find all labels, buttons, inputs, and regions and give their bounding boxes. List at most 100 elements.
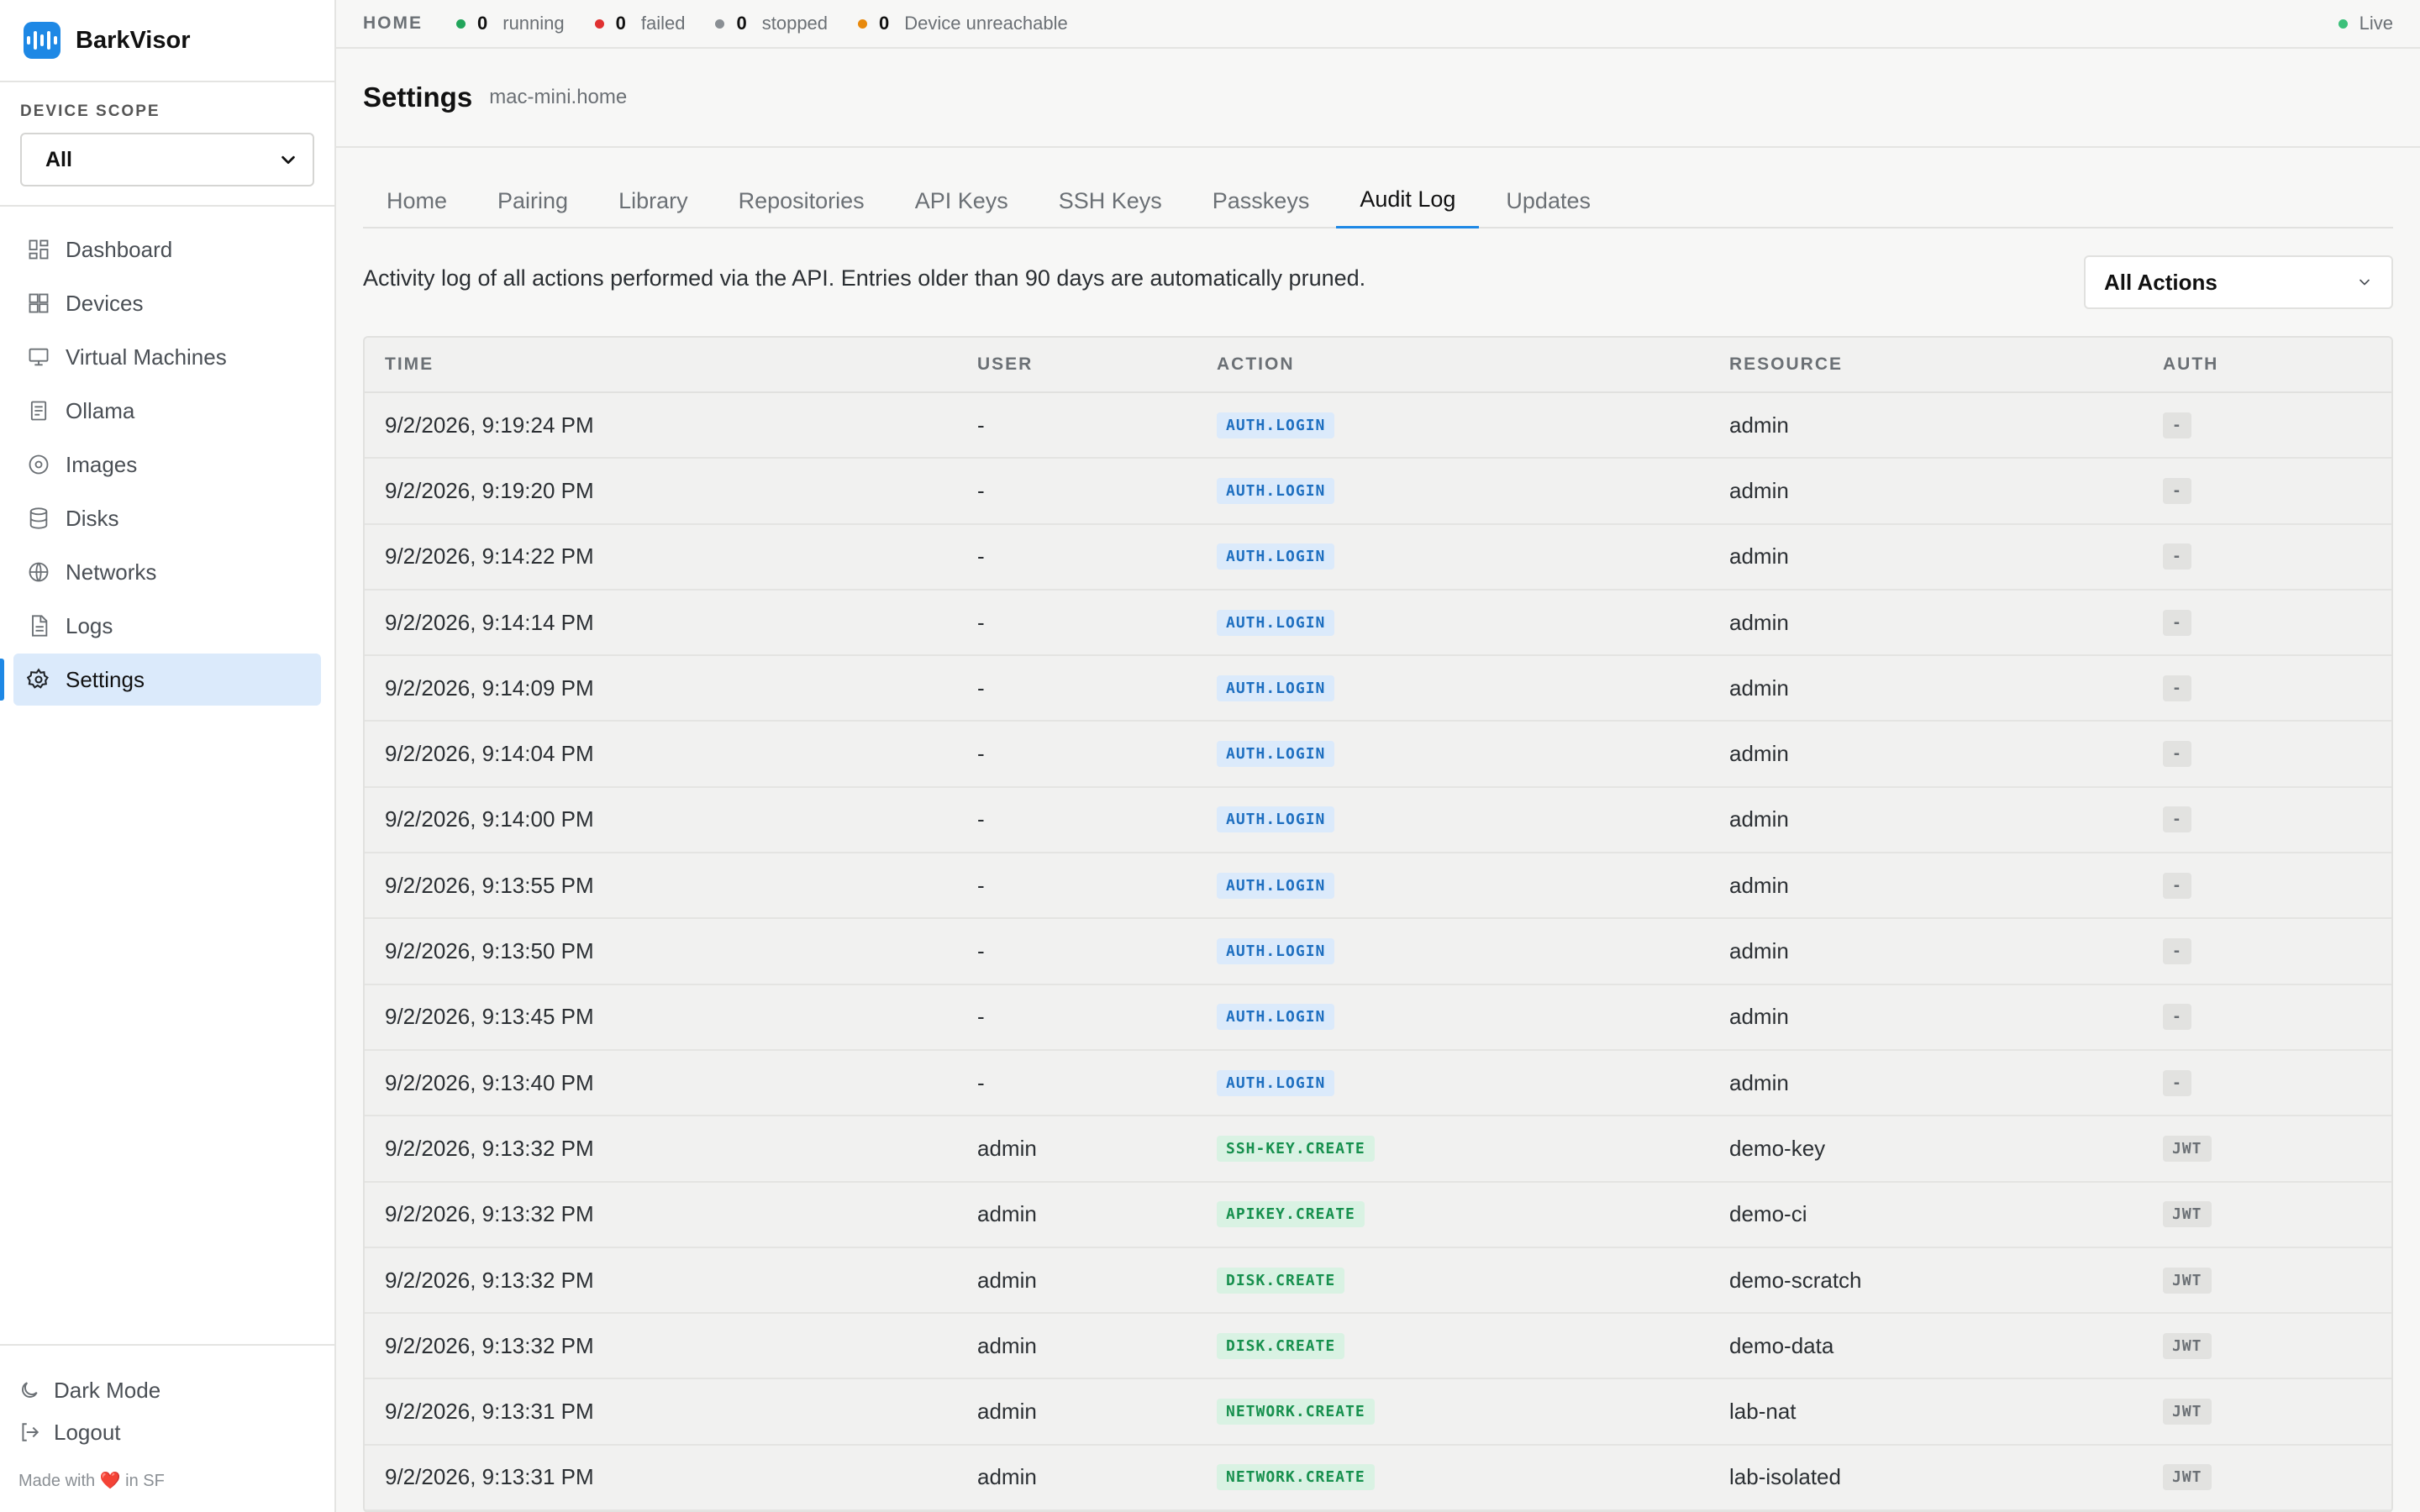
column-header-resource: RESOURCE: [1729, 354, 1844, 374]
cell-user: -: [977, 675, 985, 701]
page-title: Settings: [363, 81, 473, 113]
devices-icon: [29, 293, 49, 313]
stat-label: running: [502, 13, 565, 34]
sidebar-item-ollama[interactable]: Ollama: [13, 385, 321, 437]
logout-button[interactable]: Logout: [18, 1411, 316, 1453]
action-badge: NETWORK.CREATE: [1217, 1399, 1375, 1425]
table-row: 9/2/2026, 9:13:55 PM - AUTH.LOGIN admin -: [365, 853, 2391, 920]
sidebar-item-devices[interactable]: Devices: [13, 277, 321, 329]
cell-action: AUTH.LOGIN: [1217, 675, 1729, 701]
stat-count: 0: [615, 13, 626, 34]
device-scope-select[interactable]: All: [20, 133, 314, 186]
sidebar-item-networks[interactable]: Networks: [13, 546, 321, 598]
sidebar-item-settings[interactable]: Settings: [0, 654, 321, 706]
cell-time: 9/2/2026, 9:13:40 PM: [385, 1069, 594, 1095]
cell-resource: demo-key: [1729, 1135, 1826, 1161]
table-row: 9/2/2026, 9:14:04 PM - AUTH.LOGIN admin -: [365, 722, 2391, 788]
column-header-user: USER: [977, 354, 1034, 374]
tab-api-keys[interactable]: API Keys: [892, 173, 1032, 228]
auth-badge: -: [2163, 412, 2191, 438]
cell-action: NETWORK.CREATE: [1217, 1464, 1729, 1491]
brand[interactable]: BarkVisor: [0, 0, 334, 82]
auth-badge: -: [2163, 741, 2191, 768]
stat-label: failed: [640, 13, 686, 34]
status-dot-icon: [594, 18, 604, 29]
stat-count: 0: [736, 13, 747, 34]
table-row: 9/2/2026, 9:13:32 PM admin DISK.CREATE demo…: [365, 1314, 2391, 1380]
cell-auth: -: [2163, 938, 2391, 965]
cell-auth: JWT: [2163, 1464, 2391, 1491]
tab-updates[interactable]: Updates: [1482, 173, 1614, 228]
sidebar-item-logs[interactable]: Logs: [13, 600, 321, 652]
sidebar-footer: Dark Mode Logout Made with ❤️ in SF: [0, 1344, 334, 1512]
stat-label: stopped: [761, 13, 829, 34]
stat-unreachable: 0 Device unreachable: [858, 13, 1068, 34]
table-row: 9/2/2026, 9:14:00 PM - AUTH.LOGIN admin -: [365, 787, 2391, 854]
live-indicator: Live: [2338, 13, 2393, 34]
auth-badge: -: [2163, 872, 2191, 899]
cell-time: 9/2/2026, 9:13:45 PM: [385, 1004, 594, 1030]
auth-badge: -: [2163, 543, 2191, 570]
cell-resource: admin: [1729, 543, 1789, 570]
cell-user: admin: [977, 1267, 1037, 1293]
cell-auth: -: [2163, 1004, 2391, 1031]
cell-user: admin: [977, 1332, 1037, 1358]
tab-repositories[interactable]: Repositories: [715, 173, 888, 228]
sidebar-item-dashboard[interactable]: Dashboard: [13, 223, 321, 276]
auth-badge: -: [2163, 477, 2191, 504]
cell-resource: admin: [1729, 1004, 1789, 1030]
device-scope-label: DEVICE SCOPE: [20, 102, 160, 120]
monitor-icon: [29, 348, 49, 366]
tab-pairing[interactable]: Pairing: [474, 173, 592, 228]
breadcrumb[interactable]: HOME: [363, 13, 423, 34]
action-filter-value: All Actions: [2104, 269, 2217, 295]
chevron-down-icon: [2360, 279, 2370, 286]
cell-time: 9/2/2026, 9:13:31 PM: [385, 1464, 594, 1490]
dark-mode-toggle[interactable]: Dark Mode: [18, 1369, 316, 1411]
cell-time: 9/2/2026, 9:19:24 PM: [385, 412, 594, 438]
auth-badge: -: [2163, 609, 2191, 636]
stat-count: 0: [879, 13, 890, 34]
cell-time: 9/2/2026, 9:13:32 PM: [385, 1201, 594, 1227]
tab-ssh-keys[interactable]: SSH Keys: [1035, 173, 1186, 228]
cell-resource: admin: [1729, 806, 1789, 832]
sidebar-item-virtual-machines[interactable]: Virtual Machines: [13, 331, 321, 383]
cell-action: AUTH.LOGIN: [1217, 1004, 1729, 1031]
cell-auth: JWT: [2163, 1135, 2391, 1162]
action-badge: AUTH.LOGIN: [1217, 741, 1335, 768]
barkvisor-logo-icon: [24, 22, 60, 59]
table-row: 9/2/2026, 9:13:31 PM admin NETWORK.CREATE l…: [365, 1379, 2391, 1446]
tab-library[interactable]: Library: [595, 173, 712, 228]
cell-time: 9/2/2026, 9:14:14 PM: [385, 609, 594, 635]
cell-user: -: [977, 741, 985, 767]
cell-time: 9/2/2026, 9:14:22 PM: [385, 543, 594, 570]
sidebar-item-label: Ollama: [66, 397, 135, 423]
cell-user: -: [977, 1004, 985, 1030]
sidebar-item-label: Settings: [66, 666, 145, 692]
cell-user: -: [977, 872, 985, 898]
action-badge: AUTH.LOGIN: [1217, 412, 1335, 438]
file-text-icon: [32, 615, 48, 637]
cell-resource: admin: [1729, 412, 1789, 438]
sidebar-item-disks[interactable]: Disks: [13, 492, 321, 544]
auth-badge: JWT: [2163, 1464, 2212, 1491]
tab-audit-log[interactable]: Audit Log: [1336, 173, 1480, 228]
tab-home[interactable]: Home: [363, 173, 471, 228]
tab-passkeys[interactable]: Passkeys: [1189, 173, 1334, 228]
table-row: 9/2/2026, 9:14:22 PM - AUTH.LOGIN admin -: [365, 524, 2391, 591]
table-row: 9/2/2026, 9:19:24 PM - AUTH.LOGIN admin -: [365, 393, 2391, 459]
auth-badge: JWT: [2163, 1267, 2212, 1294]
status-dot-icon: [456, 18, 466, 29]
sidebar-item-images[interactable]: Images: [13, 438, 321, 491]
logout-icon: [22, 1423, 39, 1441]
auth-badge: JWT: [2163, 1332, 2212, 1359]
cell-user: admin: [977, 1464, 1037, 1490]
sidebar-item-label: Devices: [66, 290, 144, 316]
action-filter-select[interactable]: All Actions: [2084, 255, 2393, 309]
cell-user: -: [977, 477, 985, 503]
cell-resource: admin: [1729, 1069, 1789, 1095]
status-dot-icon: [715, 18, 725, 29]
cell-resource: lab-isolated: [1729, 1464, 1841, 1490]
cell-time: 9/2/2026, 9:13:32 PM: [385, 1267, 594, 1293]
cell-auth: -: [2163, 412, 2391, 438]
